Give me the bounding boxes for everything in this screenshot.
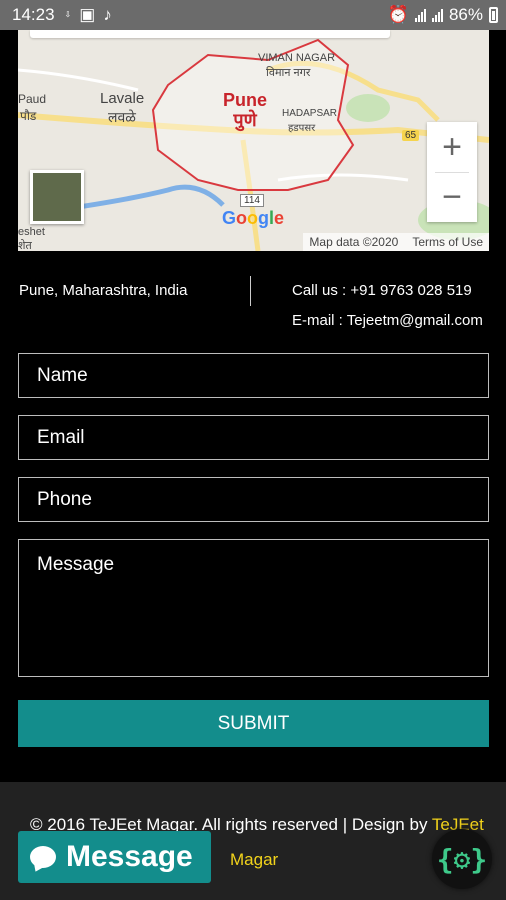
map-city-en: Pune xyxy=(223,90,268,110)
map-search-strip xyxy=(30,30,390,38)
map-label-shet: eshet xyxy=(18,226,45,238)
route-shield-65: 65 xyxy=(402,130,420,141)
terms-link[interactable]: Terms of Use xyxy=(412,235,483,249)
email-field[interactable]: Email xyxy=(18,415,489,460)
message-field[interactable]: Message xyxy=(18,539,489,677)
floating-code-button[interactable]: {⚙} xyxy=(432,829,492,889)
map-data-text: Map data ©2020 xyxy=(309,235,399,249)
zoom-in-button[interactable]: + xyxy=(427,122,477,172)
satellite-toggle[interactable] xyxy=(30,170,84,224)
address-text: Pune, Maharashtra, India xyxy=(19,282,188,299)
contact-divider xyxy=(250,276,251,306)
submit-button[interactable]: SUBMIT xyxy=(18,700,489,747)
zoom-divider xyxy=(435,172,469,173)
message-button[interactable]: Message xyxy=(18,831,211,883)
map-label-viman-nagar: VIMAN NAGAR xyxy=(258,52,336,64)
mute-icon: ♪ xyxy=(103,5,112,24)
email-text: E-mail : Tejeetm@gmail.com xyxy=(292,312,483,329)
google-logo: Google xyxy=(222,208,285,228)
map-label-shet-mr: शेत xyxy=(18,240,32,251)
map-city-label: Pune पुणे xyxy=(223,90,267,130)
phone-text: Call us : +91 9763 028 519 xyxy=(292,282,472,299)
email-placeholder: Email xyxy=(37,426,85,448)
battery-icon xyxy=(489,7,498,23)
phone-field[interactable]: Phone xyxy=(18,477,489,522)
map-label-lavale: Lavale xyxy=(100,90,145,107)
designer-link-last[interactable]: Magar xyxy=(230,850,278,870)
message-placeholder: Message xyxy=(37,554,115,575)
map-label-hadapsar: HADAPSAR xyxy=(282,108,338,119)
download-icon: ⇩ xyxy=(64,10,72,19)
map-label-paud-mr: पौड xyxy=(20,109,37,123)
signal-icon-2 xyxy=(431,8,443,22)
map-label-paud: Paud xyxy=(18,92,47,106)
message-button-label: Message xyxy=(66,840,193,873)
map-label-hadapsar-mr: हडपसर xyxy=(288,123,316,134)
map[interactable]: VIMAN NAGAR विमान नगर Lavale लवळे Paud प… xyxy=(18,30,489,251)
image-icon: ▣ xyxy=(79,5,96,24)
zoom-control: + − xyxy=(427,122,477,222)
name-field[interactable]: Name xyxy=(18,353,489,398)
battery-percent: 86% xyxy=(448,5,483,24)
map-label-lavale-mr: लवळे xyxy=(108,109,136,125)
code-braces-icon: {⚙} xyxy=(436,842,488,876)
signal-icon xyxy=(414,8,426,22)
name-placeholder: Name xyxy=(37,364,88,386)
chat-bubble-icon xyxy=(30,846,56,868)
route-shield-114: 114 xyxy=(240,194,264,207)
map-attribution: Map data ©2020 Terms of Use xyxy=(303,233,489,251)
clock: 14:23 xyxy=(12,5,55,24)
map-label-viman-nagar-mr: विमान नगर xyxy=(266,67,311,79)
alarm-icon: ⏰ xyxy=(387,5,409,24)
status-bar: 14:23 ⇩ ▣ ♪ ⏰ 86% xyxy=(0,0,506,30)
phone-placeholder: Phone xyxy=(37,488,92,510)
map-city-mr: पुणे xyxy=(233,110,257,130)
zoom-out-button[interactable]: − xyxy=(427,172,477,222)
